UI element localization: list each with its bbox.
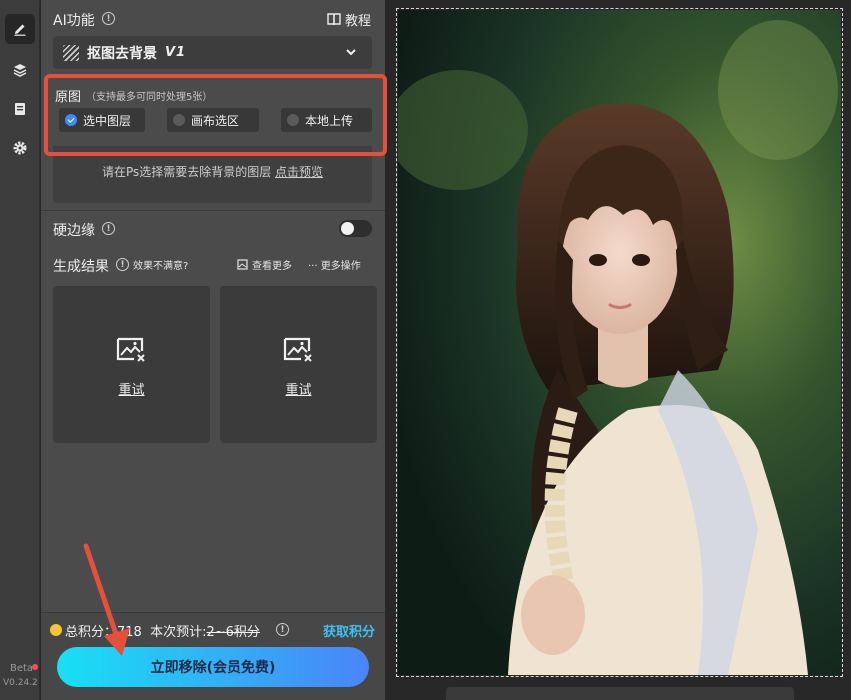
layers-icon (13, 64, 27, 77)
gear-icon (13, 141, 27, 155)
preview-link[interactable]: 点击预览 (275, 165, 323, 179)
hard-edge-label: 硬边缘 (53, 223, 95, 239)
feature-version: V1 (165, 45, 187, 60)
info-icon[interactable]: ! (116, 258, 129, 271)
cutout-icon (63, 44, 79, 61)
canvas-photo (398, 10, 841, 675)
beta-label: Beta (10, 663, 34, 674)
edit-tool-button[interactable] (5, 14, 35, 44)
tutorial-link[interactable]: 教程 (327, 10, 371, 29)
canvas-toolbar (446, 687, 794, 700)
gallery-icon (237, 259, 248, 270)
feature-label: 抠图去背景 (87, 45, 157, 62)
retry-button[interactable]: 重试 (220, 379, 377, 398)
toggle-knob (341, 222, 354, 235)
result-card[interactable]: 重试 (53, 286, 210, 443)
image-broken-icon (116, 337, 145, 362)
image-broken-icon (283, 337, 312, 362)
chevron-down-icon (346, 49, 356, 56)
view-more-link[interactable]: 查看更多 (237, 257, 292, 272)
feature-dropdown[interactable]: 抠图去背景 V1 (53, 36, 372, 69)
cta-label: 立即移除(会员免费) (150, 660, 276, 676)
unsatisfied-link[interactable]: 效果不满意? (133, 257, 188, 272)
tutorial-label: 教程 (345, 14, 372, 29)
annotation-arrow (83, 543, 130, 656)
settings-tool-button[interactable] (5, 133, 35, 163)
section-divider (41, 210, 385, 211)
book-icon (327, 13, 341, 26)
more-actions-link[interactable]: ··· 更多操作 (308, 257, 361, 272)
info-icon[interactable]: ! (102, 222, 115, 235)
document-icon (15, 103, 25, 115)
annotation-highlight (44, 74, 387, 156)
history-tool-button[interactable] (5, 94, 35, 124)
panel-title: AI功能 (53, 13, 95, 29)
info-icon[interactable]: ! (276, 623, 289, 636)
tool-rail: Beta V0.24.2 (0, 0, 40, 700)
coin-icon (50, 624, 62, 636)
source-hint: 请在Ps选择需要去除背景的图层 点击预览 (53, 163, 372, 180)
estimate-value: 2~6积分 (206, 625, 260, 640)
portrait-image (398, 10, 841, 675)
retry-button[interactable]: 重试 (53, 379, 210, 398)
pencil-icon (14, 24, 26, 36)
result-card[interactable]: 重试 (220, 286, 377, 443)
get-points-link[interactable]: 获取积分 (323, 621, 375, 640)
hint-text: 请在Ps选择需要去除背景的图层 (101, 165, 272, 179)
layers-tool-button[interactable] (5, 55, 35, 85)
hard-edge-toggle[interactable] (339, 220, 372, 237)
info-icon[interactable]: ! (102, 12, 115, 25)
results-title: 生成结果 (53, 259, 109, 275)
notification-dot (32, 664, 38, 670)
version-label: V0.24.2 (3, 678, 38, 688)
